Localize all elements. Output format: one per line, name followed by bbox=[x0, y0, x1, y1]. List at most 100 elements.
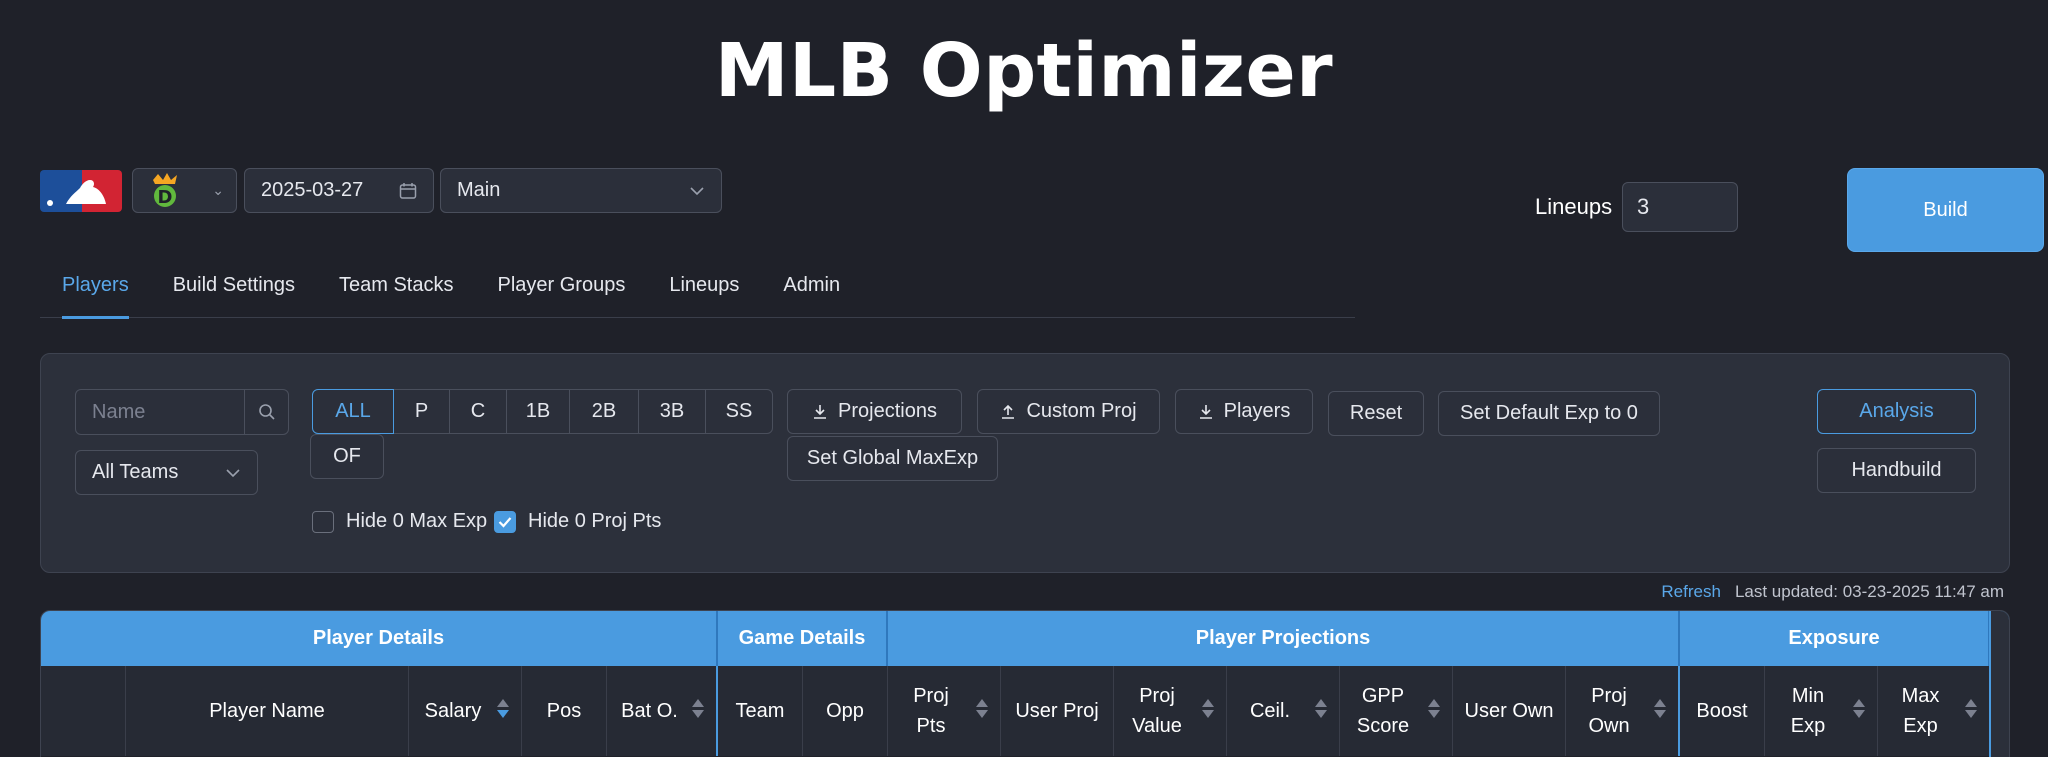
pos-all-button[interactable]: ALL bbox=[312, 389, 394, 434]
name-search-input[interactable]: Name bbox=[75, 389, 245, 435]
column-header-ceiling[interactable]: Ceil. bbox=[1227, 666, 1340, 756]
hide-max-exp-toggle[interactable]: Hide 0 Max Exp bbox=[312, 510, 487, 533]
column-header-select bbox=[41, 666, 126, 756]
lineups-input[interactable]: 3 bbox=[1622, 182, 1738, 232]
group-exposure: Exposure bbox=[1680, 611, 1990, 666]
column-header-player-name[interactable]: Player Name bbox=[126, 666, 409, 756]
column-header-gpp-score[interactable]: GPP Score bbox=[1340, 666, 1453, 756]
sort-icon bbox=[1428, 699, 1440, 718]
tab-player-groups[interactable]: Player Groups bbox=[475, 262, 647, 318]
players-table: Player Details Game Details Player Proje… bbox=[40, 610, 2010, 757]
tab-team-stacks[interactable]: Team Stacks bbox=[317, 262, 475, 318]
proj-pts-label: Proj Pts bbox=[913, 685, 949, 737]
date-value: 2025-03-27 bbox=[261, 179, 364, 201]
search-button[interactable] bbox=[244, 389, 289, 435]
refresh-row: Refresh Last updated: 03-23-2025 11:47 a… bbox=[1661, 582, 2004, 602]
sort-icon bbox=[1315, 699, 1327, 718]
column-header-team[interactable]: Team bbox=[718, 666, 803, 756]
column-header-pos[interactable]: Pos bbox=[522, 666, 607, 756]
column-header-min-exp[interactable]: Min Exp bbox=[1765, 666, 1878, 756]
svg-text:D: D bbox=[158, 187, 173, 208]
set-default-exp-button[interactable]: Set Default Exp to 0 bbox=[1438, 391, 1660, 436]
proj-own-label: Proj Own bbox=[1588, 685, 1630, 737]
bat-order-label: Bat O. bbox=[621, 700, 678, 722]
hide-max-exp-checkbox[interactable] bbox=[312, 510, 334, 533]
calendar-icon bbox=[399, 182, 417, 199]
pos-1b-button[interactable]: 1B bbox=[506, 389, 570, 434]
sort-icon bbox=[1654, 699, 1666, 718]
max-exp-label: Max Exp bbox=[1901, 685, 1940, 737]
projections-label: Projections bbox=[838, 400, 937, 422]
hide-max-exp-label: Hide 0 Max Exp bbox=[346, 510, 488, 532]
pos-of-button[interactable]: OF bbox=[310, 434, 384, 479]
tab-build-settings[interactable]: Build Settings bbox=[151, 262, 317, 318]
search-icon bbox=[258, 404, 275, 420]
pos-2b-button[interactable]: 2B bbox=[569, 389, 639, 434]
pos-p-button[interactable]: P bbox=[393, 389, 450, 434]
set-global-maxexp-button[interactable]: Set Global MaxExp bbox=[787, 436, 998, 481]
sort-icon bbox=[976, 699, 988, 718]
mlb-logo bbox=[40, 170, 122, 212]
column-header-proj-own[interactable]: Proj Own bbox=[1566, 666, 1680, 756]
players-label: Players bbox=[1223, 400, 1291, 422]
custom-proj-label: Custom Proj bbox=[1026, 400, 1137, 422]
sort-icon bbox=[1202, 699, 1214, 718]
salary-label: Salary bbox=[424, 700, 482, 722]
last-updated: Last updated: 03-23-2025 11:47 am bbox=[1734, 582, 2004, 601]
group-game-details: Game Details bbox=[718, 611, 888, 666]
ceiling-label: Ceil. bbox=[1249, 700, 1290, 722]
team-select-value: All Teams bbox=[92, 461, 179, 483]
column-header-bat-order[interactable]: Bat O. bbox=[607, 666, 718, 756]
sort-icon bbox=[692, 699, 704, 718]
column-header-boost[interactable]: Boost bbox=[1680, 666, 1765, 756]
handbuild-button[interactable]: Handbuild bbox=[1817, 448, 1976, 493]
group-player-details: Player Details bbox=[41, 611, 718, 666]
sort-icon bbox=[497, 699, 509, 718]
sort-icon bbox=[1853, 699, 1865, 718]
slate-select[interactable]: Main bbox=[440, 168, 722, 213]
refresh-link[interactable]: Refresh bbox=[1661, 582, 1721, 602]
column-header-max-exp[interactable]: Max Exp bbox=[1878, 666, 1990, 756]
page-title: MLB Optimizer bbox=[714, 28, 1334, 114]
gpp-score-label: GPP Score bbox=[1356, 685, 1410, 737]
group-header-row: Player Details Game Details Player Proje… bbox=[41, 611, 2009, 666]
download-icon bbox=[1199, 404, 1212, 419]
site-select[interactable]: D ⌄ bbox=[132, 168, 237, 213]
tab-admin[interactable]: Admin bbox=[761, 262, 862, 318]
hide-proj-pts-toggle[interactable]: Hide 0 Proj Pts bbox=[494, 510, 661, 533]
pos-c-button[interactable]: C bbox=[449, 389, 507, 434]
tab-lineups[interactable]: Lineups bbox=[647, 262, 761, 318]
slate-value: Main bbox=[457, 179, 501, 201]
build-button[interactable]: Build bbox=[1847, 168, 2044, 252]
date-input[interactable]: 2025-03-27 bbox=[244, 168, 434, 213]
column-header-opp[interactable]: Opp bbox=[803, 666, 888, 756]
proj-value-label: Proj Value bbox=[1132, 685, 1182, 737]
min-exp-label: Min Exp bbox=[1790, 685, 1826, 737]
tab-players[interactable]: Players bbox=[40, 262, 151, 319]
sort-icon bbox=[1965, 699, 1977, 718]
analysis-button[interactable]: Analysis bbox=[1817, 389, 1976, 434]
reset-button[interactable]: Reset bbox=[1328, 391, 1424, 436]
lineups-label: Lineups bbox=[1535, 194, 1613, 219]
team-select[interactable]: All Teams bbox=[75, 450, 258, 495]
upload-custom-proj-button[interactable]: Custom Proj bbox=[977, 389, 1160, 434]
column-header-salary[interactable]: Salary bbox=[409, 666, 522, 756]
column-header-proj-pts[interactable]: Proj Pts bbox=[888, 666, 1001, 756]
pos-3b-button[interactable]: 3B bbox=[638, 389, 706, 434]
draftkings-icon: D bbox=[153, 172, 177, 208]
column-header-proj-value[interactable]: Proj Value bbox=[1114, 666, 1227, 756]
hide-proj-pts-label: Hide 0 Proj Pts bbox=[528, 510, 662, 532]
download-projections-button[interactable]: Projections bbox=[787, 389, 962, 434]
chevron-down-icon bbox=[690, 186, 704, 195]
hide-proj-pts-checkbox[interactable] bbox=[494, 510, 516, 533]
column-header-row: Player Name Salary Pos Bat O. Team Opp P… bbox=[41, 666, 2009, 756]
pos-ss-button[interactable]: SS bbox=[705, 389, 773, 434]
table-scrollbar[interactable] bbox=[1989, 611, 2009, 757]
column-header-user-proj[interactable]: User Proj bbox=[1001, 666, 1114, 756]
download-players-button[interactable]: Players bbox=[1175, 389, 1313, 434]
column-header-user-own[interactable]: User Own bbox=[1453, 666, 1566, 756]
tab-bar: Players Build Settings Team Stacks Playe… bbox=[40, 262, 1355, 319]
chevron-down-icon: ⌄ bbox=[212, 182, 224, 198]
download-icon bbox=[814, 404, 827, 419]
position-filter: ALL P C 1B 2B 3B SS bbox=[312, 389, 773, 434]
